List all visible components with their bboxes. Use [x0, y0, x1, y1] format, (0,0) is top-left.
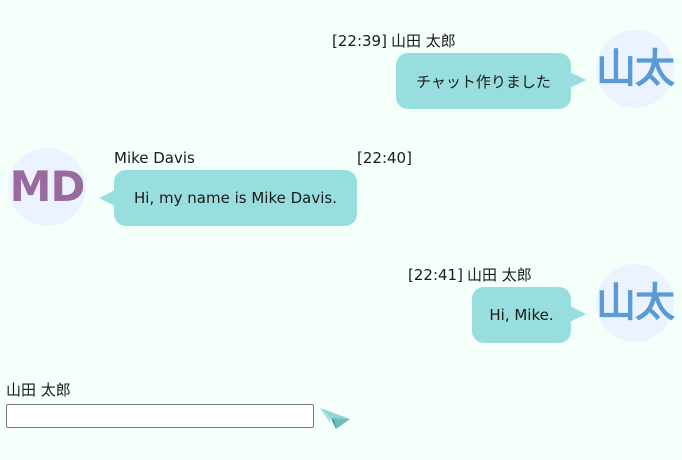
message-text: Hi, my name is Mike Davis.: [134, 189, 337, 207]
message-timestamp: [22:39]: [332, 32, 387, 50]
message-sender: Mike Davis: [114, 149, 195, 167]
avatar-initials: 山太: [596, 280, 675, 326]
avatar-initials: 山太: [596, 46, 675, 92]
message-text: チャット作りました: [416, 72, 551, 91]
message-header: [22:39] 山田 太郎: [332, 32, 456, 50]
message-timestamp: [22:41]: [408, 266, 463, 284]
message-timestamp: [22:40]: [357, 149, 412, 167]
bubble-tail: [570, 72, 586, 88]
message-header: [22:41] 山田 太郎: [408, 266, 532, 284]
bubble-tail: [99, 190, 115, 206]
message-bubble: Hi, Mike.: [472, 287, 571, 343]
message-text: Hi, Mike.: [489, 306, 554, 324]
paper-plane-icon: [320, 408, 350, 429]
send-button[interactable]: [318, 404, 352, 432]
message-bubble: Hi, my name is Mike Davis.: [114, 170, 357, 226]
message-sender: 山田 太郎: [390, 32, 456, 50]
avatar: 山太: [596, 264, 675, 342]
message-input[interactable]: [6, 404, 314, 428]
compose-user-name: 山田 太郎: [6, 381, 71, 399]
message-sender: 山田 太郎: [466, 266, 532, 284]
avatar-initials: MD: [9, 162, 86, 211]
avatar: 山太: [596, 30, 675, 108]
message-bubble: チャット作りました: [396, 53, 571, 109]
avatar: MD: [8, 148, 86, 226]
bubble-tail: [570, 306, 586, 322]
